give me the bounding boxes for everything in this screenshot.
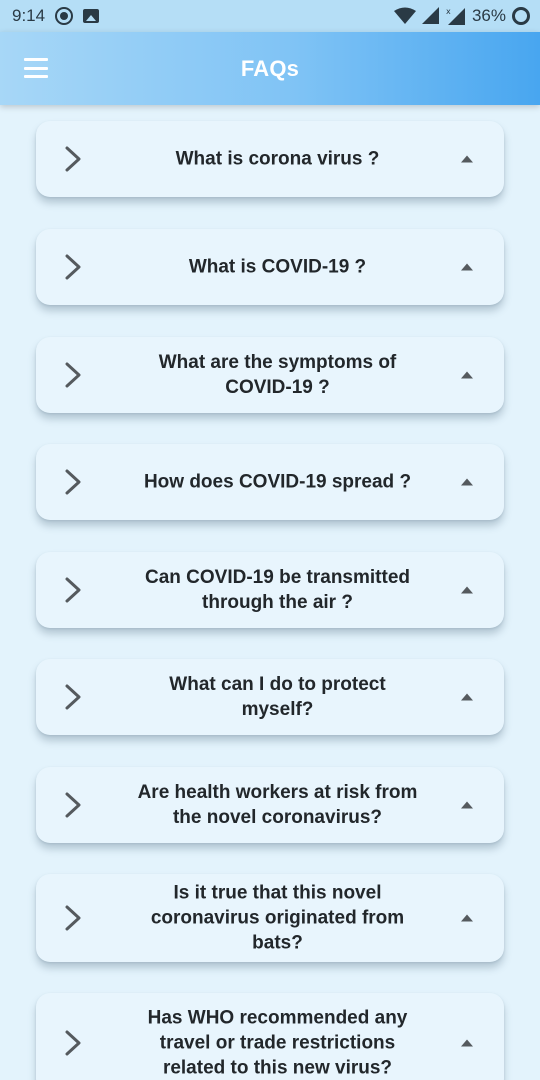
faq-item[interactable]: What is corona virus ?: [36, 121, 504, 197]
chevron-right-icon: [65, 1030, 81, 1056]
status-time: 9:14: [12, 6, 46, 25]
chevron-right-icon: [65, 362, 81, 388]
caret-up-icon[interactable]: [461, 801, 473, 809]
caret-up-icon[interactable]: [461, 1039, 473, 1047]
battery-percent: 36%: [471, 6, 506, 25]
faq-question: Are health workers at risk from the nove…: [137, 782, 418, 828]
caret-up-icon[interactable]: [461, 371, 473, 379]
faq-question: How does COVID-19 spread ?: [143, 471, 412, 493]
faq-item[interactable]: What can I do to protect myself?: [36, 659, 504, 735]
faq-question: Is it true that this novel coronavirus o…: [150, 882, 405, 954]
wifi-icon: [393, 7, 416, 25]
caret-up-icon[interactable]: [461, 693, 473, 701]
faq-item[interactable]: Has WHO recommended any travel or trade …: [36, 993, 504, 1080]
signal-icon: [421, 7, 440, 25]
chevron-right-icon: [65, 469, 81, 495]
record-icon: [55, 7, 74, 25]
chevron-right-icon: [65, 146, 81, 172]
faq-item[interactable]: Are health workers at risk from the nove…: [36, 767, 504, 843]
faq-question: What is corona virus ?: [175, 148, 380, 170]
svg-text:x: x: [446, 7, 451, 16]
faq-item[interactable]: What is COVID-19 ?: [36, 229, 504, 305]
hamburger-menu-icon[interactable]: [24, 58, 48, 78]
faq-item[interactable]: Is it true that this novel coronavirus o…: [36, 874, 504, 962]
battery-ring-icon: [512, 7, 530, 25]
chevron-right-icon: [65, 684, 81, 710]
faq-question: Can COVID-19 be transmitted through the …: [145, 567, 410, 613]
faq-question: What can I do to protect myself?: [169, 674, 386, 720]
faq-question: What is COVID-19 ?: [188, 256, 367, 278]
app-bar: FAQs: [0, 32, 540, 105]
faq-item[interactable]: How does COVID-19 spread ?: [36, 444, 504, 520]
page-title: FAQs: [240, 55, 300, 81]
faq-question: Has WHO recommended any travel or trade …: [147, 1007, 408, 1079]
caret-up-icon[interactable]: [461, 478, 473, 486]
signal-x-icon: x: [446, 6, 466, 26]
image-icon: [83, 9, 100, 23]
caret-up-icon[interactable]: [461, 914, 473, 922]
faq-item[interactable]: What are the symptoms of COVID-19 ?: [36, 337, 504, 413]
caret-up-icon[interactable]: [461, 263, 473, 271]
caret-up-icon[interactable]: [461, 586, 473, 594]
chevron-right-icon: [65, 254, 81, 280]
status-bar: 9:14 x 36%: [0, 0, 540, 32]
caret-up-icon[interactable]: [461, 155, 473, 163]
chevron-right-icon: [65, 792, 81, 818]
chevron-right-icon: [65, 577, 81, 603]
faq-question: What are the symptoms of COVID-19 ?: [158, 352, 397, 398]
faq-item[interactable]: Can COVID-19 be transmitted through the …: [36, 552, 504, 628]
chevron-right-icon: [65, 905, 81, 931]
